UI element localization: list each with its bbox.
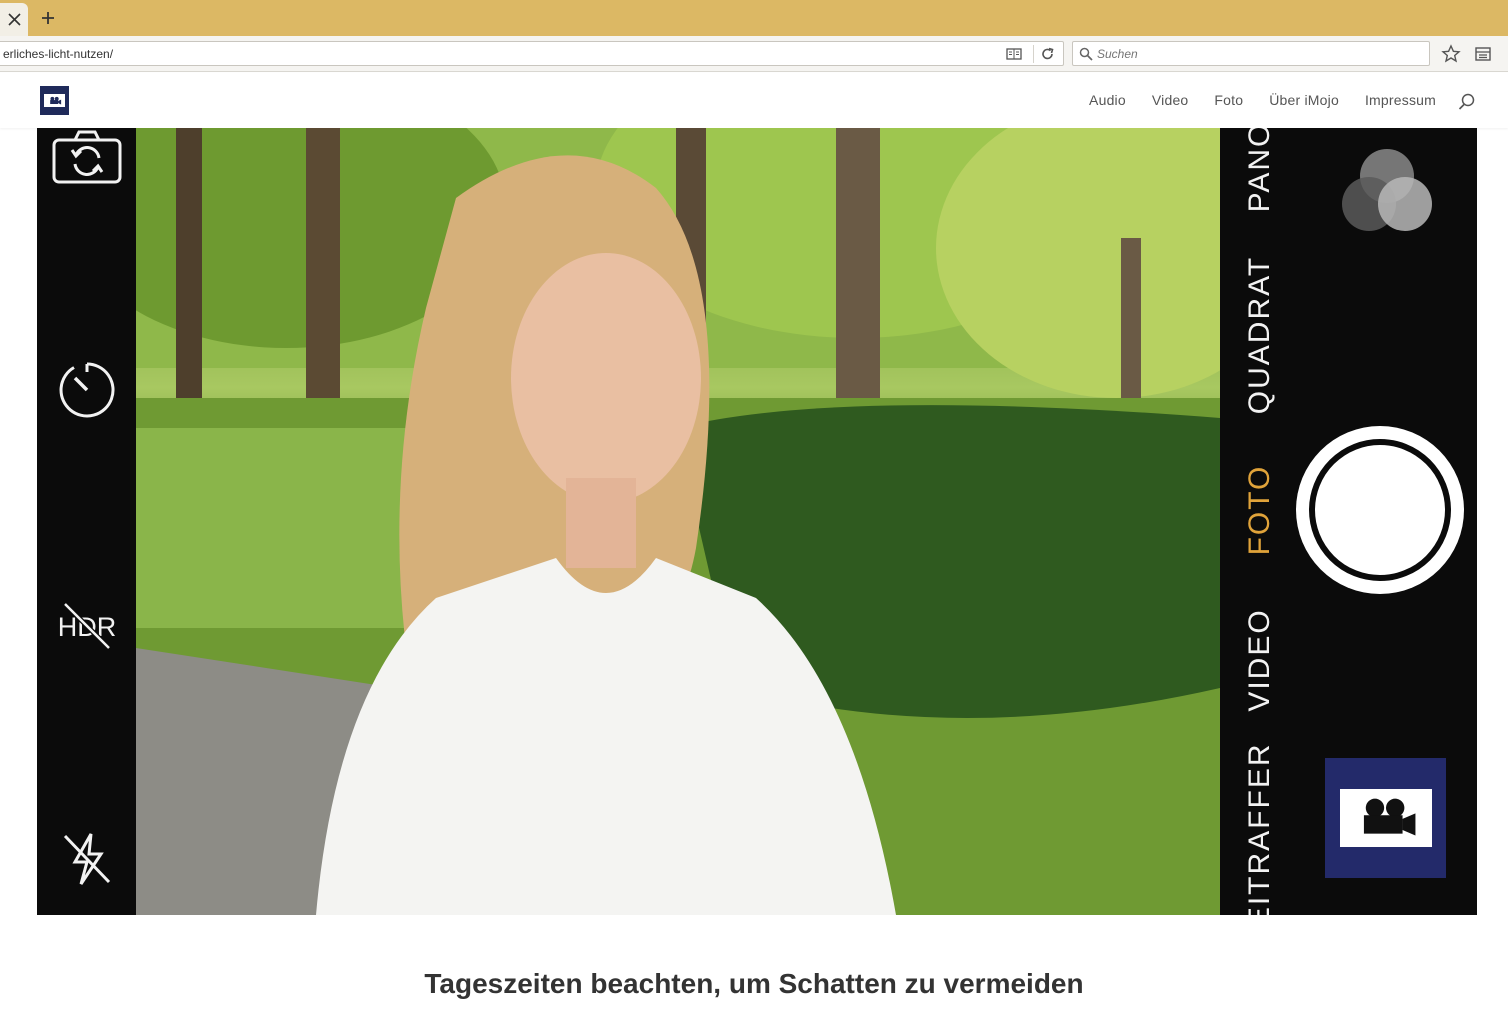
address-bar[interactable]: erliches-licht-nutzen/	[0, 41, 1064, 66]
filters-icon	[1342, 149, 1432, 231]
nav-audio[interactable]: Audio	[1089, 92, 1126, 108]
reload-icon[interactable]	[1039, 46, 1057, 62]
video-camera-icon	[1363, 798, 1415, 836]
url-text[interactable]: erliches-licht-nutzen/	[3, 47, 113, 61]
nav-ueber-imojo[interactable]: Über iMojo	[1269, 92, 1339, 108]
plus-icon	[42, 12, 54, 24]
shutter-ring	[1309, 439, 1451, 581]
nav-impressum[interactable]: Impressum	[1365, 92, 1436, 108]
flash-toggle-button[interactable]	[51, 822, 123, 894]
reader-view-icon[interactable]	[1005, 46, 1023, 62]
camera-left-controls: HDR	[37, 128, 136, 915]
thumbnail-logo	[1339, 789, 1432, 847]
new-tab-button[interactable]	[38, 8, 58, 28]
logo-mark	[44, 94, 65, 107]
section-heading: Tageszeiten beachten, um Schatten zu ver…	[424, 968, 1084, 999]
timer-icon	[59, 362, 115, 418]
site-search-icon[interactable]	[1457, 92, 1477, 112]
main-nav: Audio Video Foto Über iMojo Impressum	[1089, 92, 1436, 108]
site-header: Audio Video Foto Über iMojo Impressum	[0, 73, 1508, 128]
url-separator	[1033, 45, 1034, 63]
reading-list-icon[interactable]	[1473, 44, 1493, 64]
hero-image: HDR PANO QUADRAT FOTO VIDEO ZEITRAFFER	[37, 128, 1477, 915]
browser-tab-strip	[0, 0, 1508, 36]
nav-video[interactable]: Video	[1152, 92, 1189, 108]
hdr-toggle-button[interactable]: HDR	[51, 590, 123, 662]
flash-off-icon	[63, 833, 111, 885]
mode-foto[interactable]: FOTO	[1243, 465, 1277, 556]
close-icon	[7, 13, 21, 26]
mode-pano[interactable]: PANO	[1243, 128, 1277, 212]
search-input[interactable]	[1097, 45, 1417, 63]
site-logo[interactable]	[40, 86, 69, 115]
video-camera-icon	[49, 96, 61, 105]
nav-foto[interactable]: Foto	[1214, 92, 1243, 108]
camera-switch-icon	[52, 130, 122, 184]
camera-viewfinder	[136, 128, 1220, 915]
browser-toolbar: erliches-licht-nutzen/	[0, 36, 1508, 72]
mode-quadrat[interactable]: QUADRAT	[1243, 256, 1277, 414]
filters-button[interactable]	[1337, 146, 1437, 236]
search-bar[interactable]	[1072, 41, 1430, 66]
timer-button[interactable]	[51, 354, 123, 426]
hdr-off-icon: HDR	[58, 602, 116, 650]
mode-video[interactable]: VIDEO	[1243, 608, 1277, 711]
search-icon	[1079, 47, 1093, 61]
close-tab-button[interactable]	[0, 3, 28, 36]
portrait-photo	[136, 128, 1220, 915]
bookmark-star-icon[interactable]	[1441, 44, 1461, 64]
shutter-button[interactable]	[1296, 426, 1464, 594]
last-photo-thumbnail[interactable]	[1325, 758, 1446, 878]
mode-zeitraffer[interactable]: ZEITRAFFER	[1243, 743, 1277, 916]
camera-mode-selector: PANO QUADRAT FOTO VIDEO ZEITRAFFER	[1220, 128, 1300, 915]
switch-camera-button[interactable]	[51, 128, 123, 194]
